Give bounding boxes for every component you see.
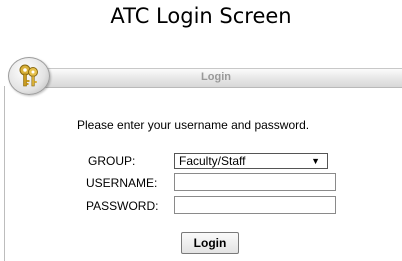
login-header-bar: Login	[30, 68, 402, 88]
login-header-title: Login	[201, 71, 231, 83]
password-input[interactable]	[174, 196, 336, 214]
username-label: USERNAME:	[86, 176, 158, 190]
keys-icon	[8, 57, 50, 95]
dropdown-arrow-icon: ▼	[311, 156, 320, 166]
group-label: GROUP:	[88, 154, 136, 168]
group-select[interactable]: Faculty/Staff ▼	[174, 153, 328, 169]
login-button[interactable]: Login	[181, 232, 239, 254]
screenshot-caption: ATC Login Screen	[110, 4, 292, 28]
login-instructions: Please enter your username and password.	[77, 118, 310, 132]
password-label: PASSWORD:	[86, 199, 159, 213]
username-input[interactable]	[174, 173, 336, 191]
panel-left-border	[4, 86, 5, 261]
group-select-value: Faculty/Staff	[179, 154, 246, 168]
